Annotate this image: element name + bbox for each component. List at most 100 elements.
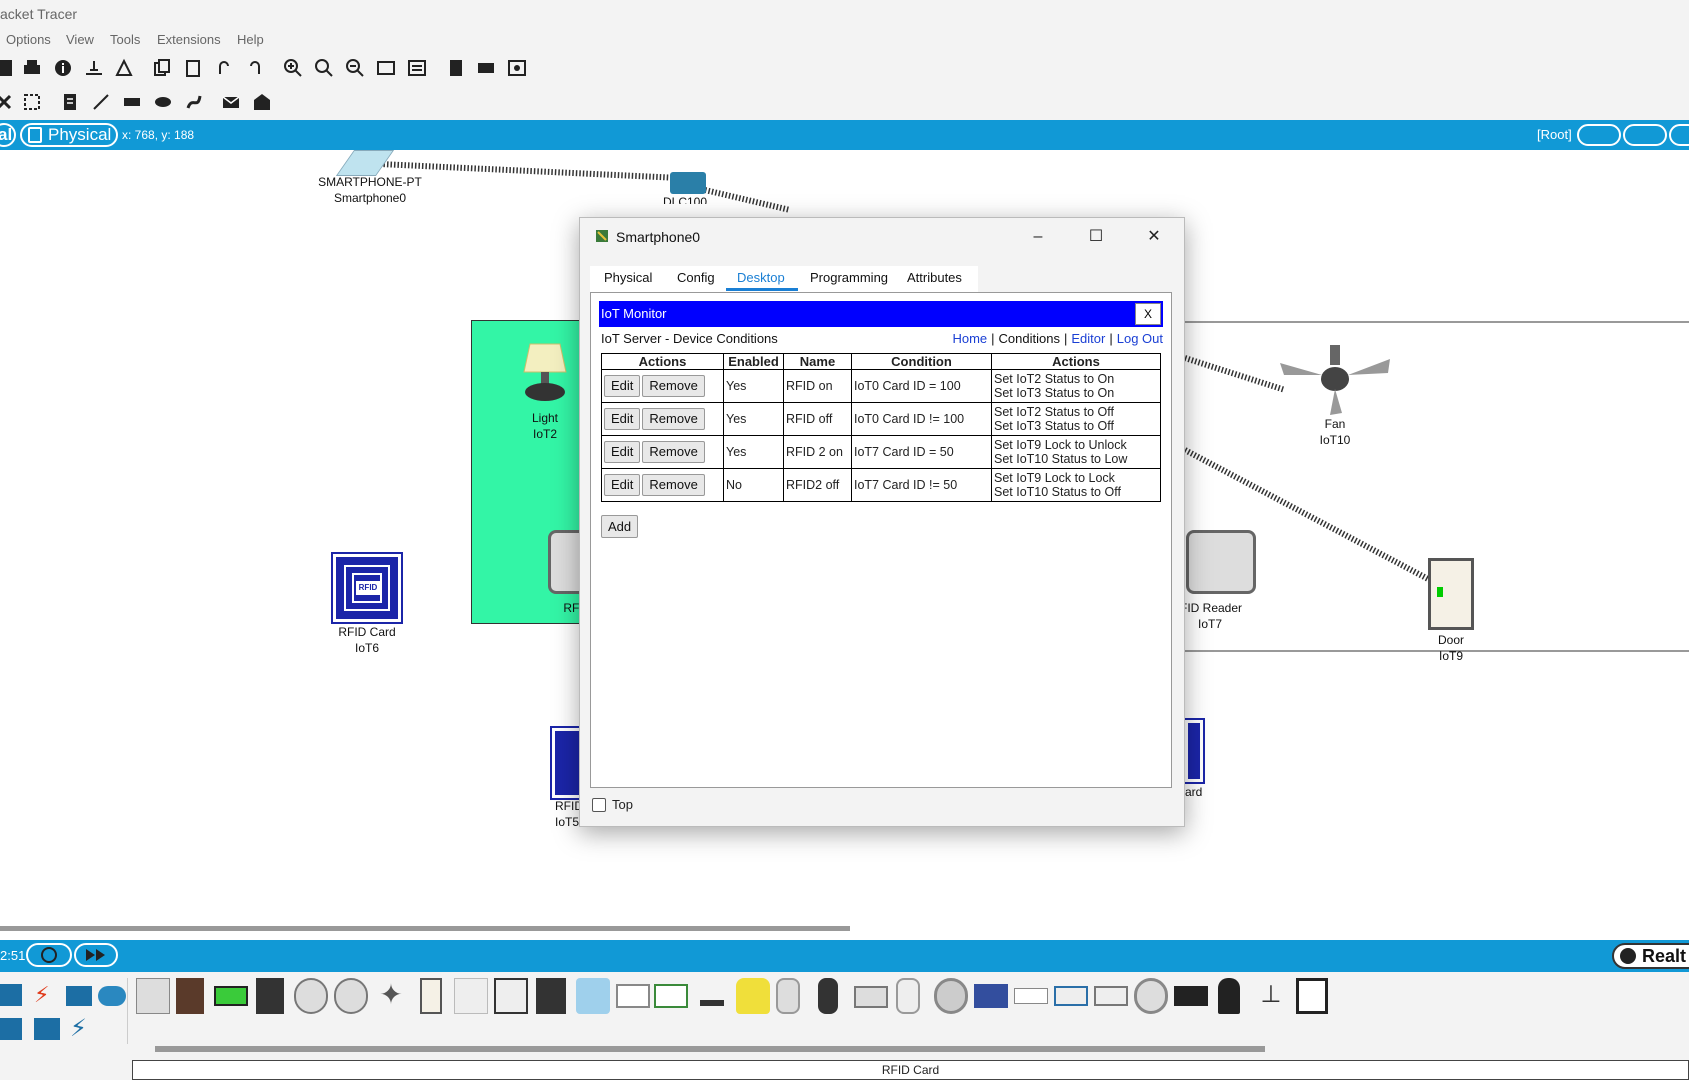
realtime-mode-button[interactable]: Realt	[1612, 943, 1689, 969]
edit-button[interactable]: Edit	[604, 474, 641, 496]
pal-device-alarm[interactable]	[294, 978, 328, 1014]
pal-device-siren[interactable]	[934, 978, 968, 1014]
pal-device-webcam[interactable]	[1218, 978, 1240, 1014]
remove-button[interactable]: Remove	[642, 474, 705, 496]
pal-device-panel[interactable]	[454, 978, 488, 1014]
paste-icon[interactable]	[183, 58, 203, 78]
tab-programming[interactable]: Programming	[810, 270, 888, 285]
select-icon[interactable]	[22, 92, 42, 112]
top-checkbox[interactable]	[592, 798, 606, 812]
menu-tools[interactable]: Tools	[110, 32, 140, 47]
pal-device-window[interactable]	[1014, 988, 1048, 1004]
physical-tab[interactable]: Physical	[20, 123, 118, 147]
pal-device-switchboard[interactable]	[1094, 986, 1128, 1006]
tab-desktop[interactable]: Desktop	[737, 270, 785, 285]
pal-device-rfid-reader[interactable]	[854, 986, 888, 1008]
network-info-icon[interactable]	[84, 58, 104, 78]
pal-device-speaker2[interactable]	[536, 978, 566, 1014]
rfid-card-iot5-icon[interactable]	[550, 726, 584, 800]
fast-forward-button[interactable]	[74, 943, 118, 967]
pal-device-tablet[interactable]	[1054, 986, 1088, 1006]
freeform-icon[interactable]	[184, 92, 204, 112]
light-icon[interactable]	[520, 342, 570, 404]
pal-device-solar-panel[interactable]	[974, 984, 1008, 1008]
drawing-palette-icon[interactable]	[376, 58, 396, 78]
menu-extensions[interactable]: Extensions	[157, 32, 221, 47]
pal-device-fan[interactable]: ✦	[374, 978, 408, 1014]
pal-device-speaker[interactable]	[256, 978, 284, 1014]
power-distribution-icon[interactable]: ⚡	[70, 1014, 96, 1042]
undo-icon[interactable]	[214, 58, 234, 78]
delete-icon[interactable]	[0, 92, 14, 112]
menu-help[interactable]: Help	[237, 32, 264, 47]
info-icon[interactable]	[53, 58, 73, 78]
rfid-card-right-icon[interactable]	[1183, 718, 1205, 784]
edit-button[interactable]: Edit	[604, 441, 641, 463]
remove-button[interactable]: Remove	[642, 441, 705, 463]
zoom-reset-icon[interactable]	[314, 58, 334, 78]
end-devices-icon[interactable]	[0, 1018, 22, 1040]
rfid-reader-iot7-icon[interactable]	[1186, 530, 1256, 594]
pal-device-screen[interactable]	[616, 984, 650, 1008]
edit-button[interactable]: Edit	[604, 375, 641, 397]
add-pdu-icon[interactable]	[221, 92, 241, 112]
menu-view[interactable]: View	[66, 32, 94, 47]
connections-icon[interactable]: ⚡	[34, 984, 56, 1006]
viewport-button[interactable]	[1669, 124, 1689, 146]
root-label[interactable]: [Root]	[1537, 127, 1572, 142]
logical-tab[interactable]: al	[0, 123, 16, 147]
pal-device-camera[interactable]	[818, 978, 838, 1014]
nav-logout-link[interactable]: Log Out	[1117, 331, 1163, 346]
close-button[interactable]: ✕	[1134, 224, 1174, 250]
mcu-icon[interactable]	[670, 172, 706, 194]
door-icon[interactable]	[1428, 558, 1474, 630]
pal-device-thermostat[interactable]	[1134, 978, 1168, 1014]
menu-options[interactable]: Options	[6, 32, 51, 47]
tab-config[interactable]: Config	[677, 270, 715, 285]
tab-attributes[interactable]: Attributes	[907, 270, 962, 285]
pal-device-garage[interactable]	[494, 978, 528, 1014]
pal-device-cabinet[interactable]	[1296, 978, 1328, 1014]
nav-home-link[interactable]: Home	[952, 331, 987, 346]
minimize-button[interactable]: –	[1018, 224, 1058, 250]
device-list-icon[interactable]	[476, 58, 496, 78]
pal-device-humidifier[interactable]	[576, 978, 610, 1014]
edit-button[interactable]: Edit	[604, 408, 641, 430]
pal-device-remote[interactable]	[896, 978, 920, 1014]
pal-device-tv[interactable]	[1174, 986, 1208, 1006]
add-complex-pdu-icon[interactable]	[252, 92, 272, 112]
copy-icon[interactable]	[152, 58, 172, 78]
rectangle-icon[interactable]	[122, 92, 142, 112]
palette-scrollbar[interactable]	[155, 1046, 1265, 1052]
line-icon[interactable]	[91, 92, 111, 112]
activity-wizard-icon[interactable]	[114, 58, 134, 78]
pal-device-coffee[interactable]	[176, 978, 204, 1014]
iot-close-button[interactable]: X	[1135, 303, 1161, 325]
redo-icon[interactable]	[245, 58, 265, 78]
network-devices-icon[interactable]	[0, 984, 22, 1006]
components-icon[interactable]	[34, 1018, 60, 1040]
save-icon[interactable]	[0, 58, 14, 78]
maximize-button[interactable]: ☐	[1076, 224, 1116, 250]
back-button[interactable]	[1577, 124, 1621, 146]
pal-device-sensor[interactable]	[700, 1000, 724, 1006]
add-condition-button[interactable]: Add	[601, 515, 639, 538]
zoom-out-icon[interactable]	[345, 58, 365, 78]
remove-button[interactable]: Remove	[642, 375, 705, 397]
print-icon[interactable]	[22, 58, 42, 78]
cloud-button[interactable]	[1623, 124, 1667, 146]
pal-device-appliance[interactable]	[136, 978, 170, 1014]
screenshot-icon[interactable]	[507, 58, 527, 78]
ellipse-icon[interactable]	[153, 92, 173, 112]
notes-icon[interactable]	[446, 58, 466, 78]
power-cycle-button[interactable]	[26, 943, 72, 967]
pal-device-motion[interactable]	[776, 978, 800, 1014]
pal-device-lamp[interactable]	[736, 978, 770, 1014]
remove-button[interactable]: Remove	[642, 408, 705, 430]
misc-icon[interactable]	[66, 986, 92, 1006]
pal-device-antenna[interactable]: ⊥	[1254, 978, 1288, 1014]
pal-device-monitor[interactable]	[654, 984, 688, 1008]
pal-device-detector[interactable]	[334, 978, 368, 1014]
tab-physical[interactable]: Physical	[604, 270, 652, 285]
custom-devices-icon[interactable]	[407, 58, 427, 78]
